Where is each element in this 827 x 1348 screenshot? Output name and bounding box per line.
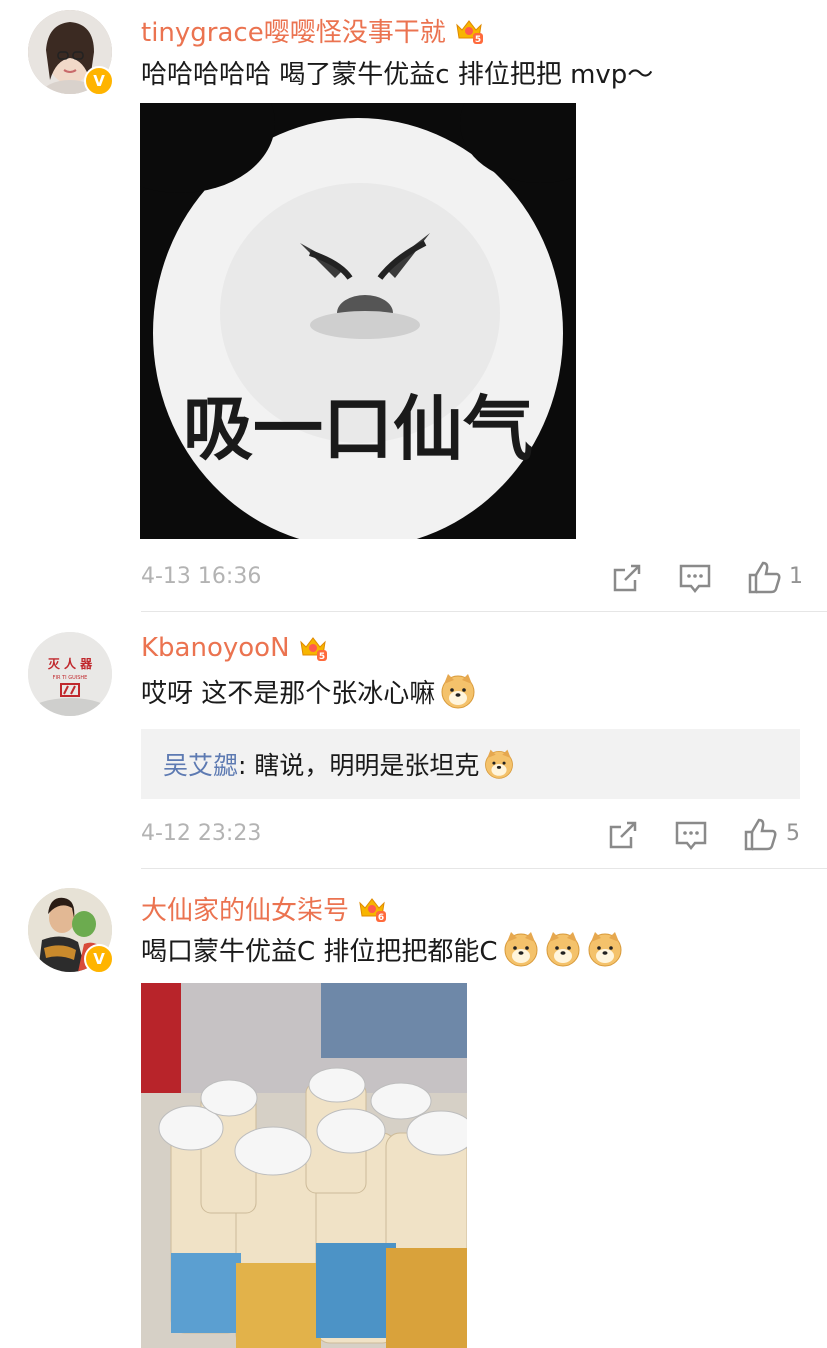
comment-meta: 4-13 16:36 1 — [141, 558, 803, 598]
username[interactable]: KbanoyooN 5 — [141, 633, 328, 663]
verified-badge-icon: V — [84, 66, 114, 96]
doge-emoji-icon — [546, 932, 580, 967]
reply-box[interactable]: 吴艾勰 : 瞎说，明明是张坦克 — [141, 729, 800, 799]
like-icon[interactable] — [740, 815, 780, 855]
svg-text:FIR TI GUISHE: FIR TI GUISHE — [53, 675, 88, 681]
doge-emoji-icon — [441, 674, 475, 709]
reply-username[interactable]: 吴艾勰 — [163, 746, 238, 782]
username[interactable]: 大仙家的仙女柒号 6 — [141, 890, 387, 927]
like-count: 5 — [786, 821, 800, 846]
doge-emoji-icon — [504, 932, 538, 967]
crown-vip-icon: 6 — [359, 897, 387, 923]
comment-text: 喝口蒙牛优益C 排位把把都能C — [141, 930, 624, 968]
verified-badge-icon: V — [84, 944, 114, 974]
username[interactable]: tinygrace嘤嘤怪没事干就 5 — [141, 12, 484, 49]
share-icon[interactable] — [607, 558, 647, 598]
svg-text:5: 5 — [318, 652, 324, 662]
panda-meme-image: 吸一口仙气 — [140, 103, 576, 539]
comment-meta: 4-12 23:23 5 — [141, 815, 801, 855]
crown-vip-icon: 5 — [299, 637, 327, 662]
divider — [141, 611, 827, 612]
comment-image[interactable] — [141, 983, 467, 1348]
comment-icon[interactable] — [675, 558, 715, 598]
timestamp: 4-12 23:23 — [141, 821, 262, 846]
svg-text:5: 5 — [475, 35, 481, 45]
like-count: 1 — [789, 564, 803, 589]
avatar-photo: 灭 人 器 FIR TI GUISHE — [28, 632, 112, 716]
share-icon[interactable] — [603, 815, 643, 855]
svg-text:6: 6 — [378, 913, 384, 923]
timestamp: 4-13 16:36 — [141, 564, 262, 589]
doge-emoji-icon — [485, 749, 514, 779]
crown-vip-icon: 5 — [455, 19, 483, 45]
avatar[interactable]: 灭 人 器 FIR TI GUISHE — [28, 632, 112, 716]
comment-text: 哈哈哈哈哈 喝了蒙牛优益c 排位把把 mvp～ — [141, 60, 654, 90]
image-caption: 吸一口仙气 — [183, 388, 533, 470]
comment-text: 哎呀 这不是那个张冰心嘛 — [141, 672, 477, 710]
comment-icon[interactable] — [671, 815, 711, 855]
divider — [141, 868, 827, 869]
like-icon[interactable] — [744, 558, 784, 598]
comment-image[interactable]: 吸一口仙气 — [140, 103, 576, 539]
avatar[interactable]: V — [28, 10, 114, 96]
doge-emoji-icon — [588, 932, 622, 967]
svg-text:灭 人 器: 灭 人 器 — [47, 656, 93, 671]
avatar[interactable]: V — [28, 888, 114, 974]
drink-bottles-image — [141, 983, 467, 1348]
reply-text: : 瞎说，明明是张坦克 — [238, 751, 480, 780]
